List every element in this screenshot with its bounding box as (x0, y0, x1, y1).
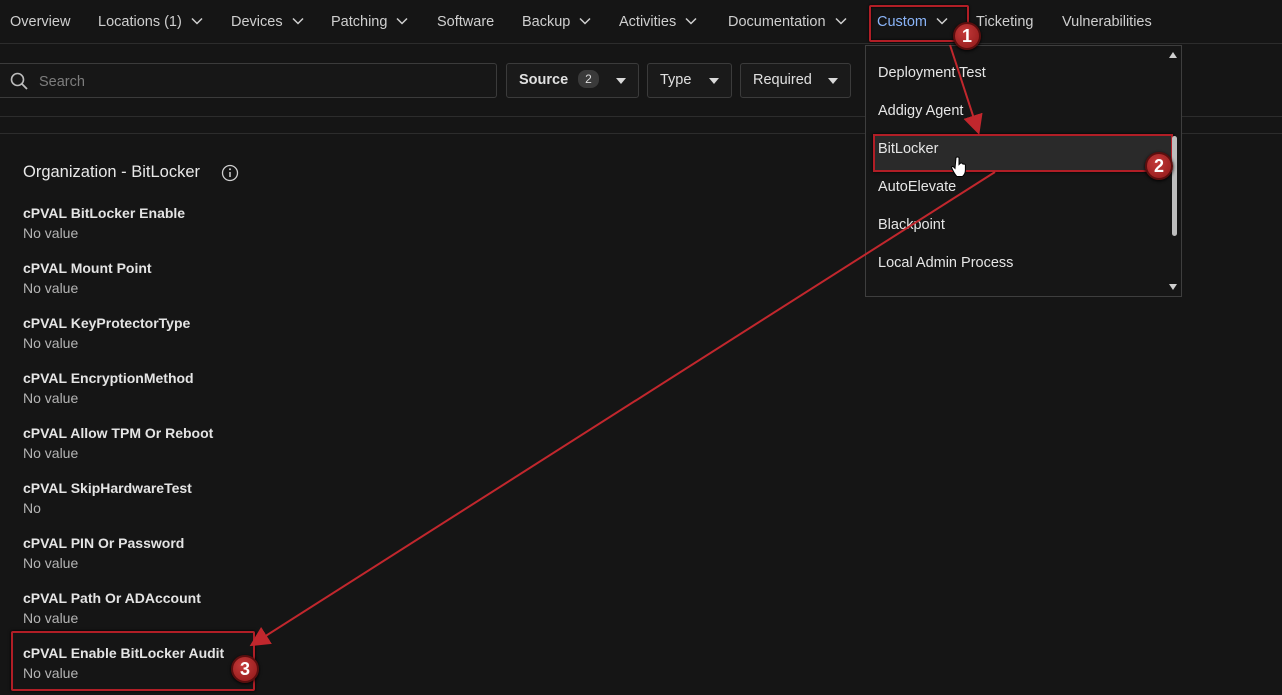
field-value: No value (23, 555, 79, 571)
chevron-down-icon (685, 18, 697, 25)
field-value: No value (23, 390, 79, 406)
step-marker-3: 3 (231, 655, 259, 683)
field-label: cPVAL Path Or ADAccount (23, 590, 201, 606)
field-value: No value (23, 610, 79, 626)
chevron-down-icon (835, 18, 847, 25)
scrollbar-thumb[interactable] (1172, 136, 1177, 236)
field-label: cPVAL Mount Point (23, 260, 152, 276)
menu-item-autoelevate[interactable]: AutoElevate (878, 179, 956, 195)
source-count-badge: 2 (578, 70, 599, 88)
info-icon[interactable] (221, 164, 239, 182)
menu-item-deployment-test[interactable]: Deployment Test (878, 65, 986, 81)
custom-dropdown-menu: Deployment Test Addigy Agent BitLocker A… (865, 45, 1182, 297)
nav-locations[interactable]: Locations (1) (98, 0, 203, 44)
chevron-down-icon (579, 18, 591, 25)
search-icon (10, 72, 28, 90)
field-item: cPVAL Mount Point No value (23, 259, 152, 297)
field-label: cPVAL KeyProtectorType (23, 315, 191, 331)
search-input[interactable] (37, 64, 481, 99)
caret-down-icon (616, 78, 626, 84)
field-item: cPVAL PIN Or Password No value (23, 534, 184, 572)
search-box[interactable] (0, 63, 497, 99)
nav-patching[interactable]: Patching (331, 0, 408, 44)
field-value: No (23, 500, 41, 516)
scroll-down-arrow-icon[interactable] (1169, 284, 1177, 290)
nav-backup[interactable]: Backup (522, 0, 591, 44)
field-value: No value (23, 335, 79, 351)
step-marker-2: 2 (1145, 152, 1173, 180)
field-item: cPVAL BitLocker Enable No value (23, 204, 185, 242)
type-filter-button[interactable]: Type (647, 63, 732, 98)
section-title: Organization - BitLocker (23, 163, 200, 181)
field-item: cPVAL SkipHardwareTest No (23, 479, 192, 517)
menu-item-addigy-agent[interactable]: Addigy Agent (878, 103, 963, 119)
field-label: cPVAL BitLocker Enable (23, 205, 186, 221)
field-label: cPVAL PIN Or Password (23, 535, 185, 551)
app-window: Overview Locations (1) Devices Patching … (0, 0, 1282, 695)
field-label: cPVAL Allow TPM Or Reboot (23, 425, 214, 441)
required-filter-button[interactable]: Required (740, 63, 851, 98)
scroll-up-arrow-icon[interactable] (1169, 52, 1177, 58)
source-filter-button[interactable]: Source 2 (506, 63, 639, 98)
caret-down-icon (709, 78, 719, 84)
hand-cursor-icon (951, 156, 966, 177)
menu-item-local-admin-process[interactable]: Local Admin Process (878, 255, 1013, 271)
step-marker-1: 1 (953, 22, 981, 50)
nav-ticketing[interactable]: Ticketing (976, 0, 1033, 44)
nav-activities[interactable]: Activities (619, 0, 697, 44)
field-item: cPVAL KeyProtectorType No value (23, 314, 190, 352)
annotation-highlight-audit-field (11, 631, 255, 691)
menu-item-blackpoint[interactable]: Blackpoint (878, 217, 945, 233)
caret-down-icon (828, 78, 838, 84)
chevron-down-icon (292, 18, 304, 25)
nav-documentation[interactable]: Documentation (728, 0, 847, 44)
field-label: cPVAL SkipHardwareTest (23, 480, 192, 496)
nav-vulnerabilities[interactable]: Vulnerabilities (1062, 0, 1152, 44)
field-item: cPVAL EncryptionMethod No value (23, 369, 194, 407)
field-value: No value (23, 445, 79, 461)
chevron-down-icon (396, 18, 408, 25)
field-item: cPVAL Path Or ADAccount No value (23, 589, 201, 627)
nav-software[interactable]: Software (437, 0, 494, 44)
annotation-highlight-bitlocker (873, 134, 1173, 172)
nav-devices[interactable]: Devices (231, 0, 304, 44)
field-label: cPVAL EncryptionMethod (23, 370, 194, 386)
field-value: No value (23, 225, 79, 241)
chevron-down-icon (191, 18, 203, 25)
top-navigation: Overview Locations (1) Devices Patching … (0, 0, 1282, 44)
field-value: No value (23, 280, 79, 296)
field-item: cPVAL Allow TPM Or Reboot No value (23, 424, 213, 462)
nav-overview[interactable]: Overview (10, 0, 70, 44)
